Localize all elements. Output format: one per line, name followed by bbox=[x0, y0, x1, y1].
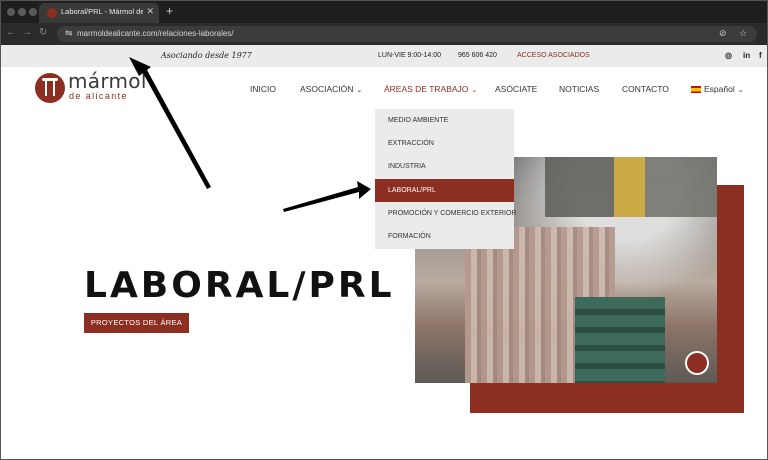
arrow-to-laboral bbox=[283, 181, 371, 212]
annotation-arrows bbox=[129, 57, 371, 212]
arrow-to-url bbox=[129, 57, 211, 189]
screenshot-frame: Laboral/PRL - Mármol de Alicante ✕ + ← →… bbox=[0, 0, 768, 460]
